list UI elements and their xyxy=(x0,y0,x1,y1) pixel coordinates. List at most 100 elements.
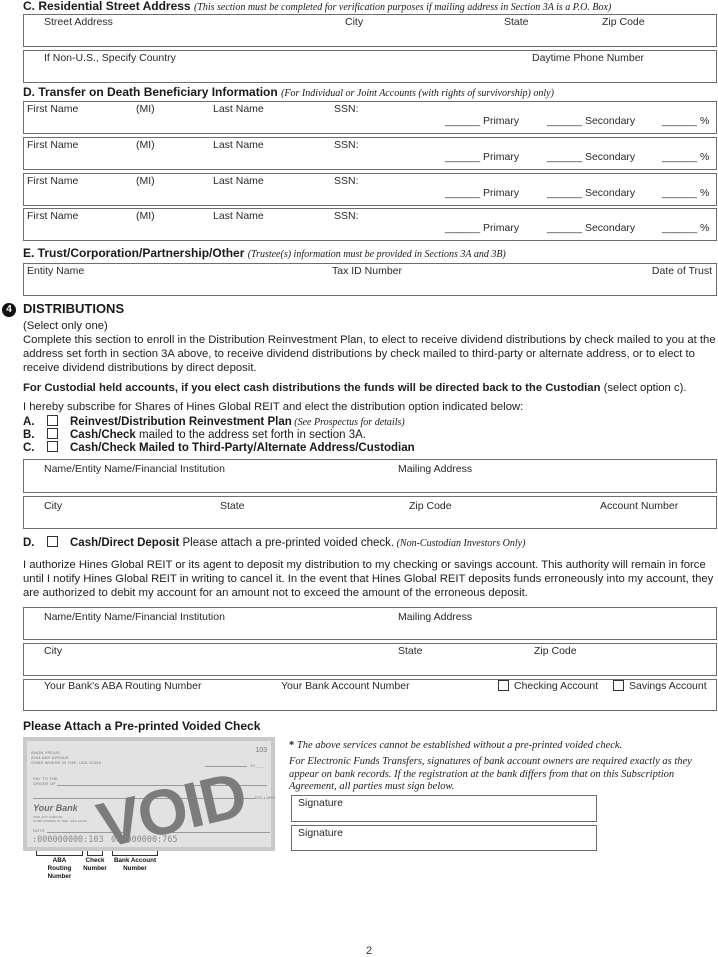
beneficiary-row[interactable]: First Name (MI) Last Name SSN: ______ Pr… xyxy=(23,173,717,206)
city-label: City xyxy=(44,500,63,512)
beneficiary-row[interactable]: First Name (MI) Last Name SSN: ______ Pr… xyxy=(23,137,717,170)
check-number-label: Check Number xyxy=(83,857,107,872)
signature-label: Signature xyxy=(298,797,343,809)
check-date-suffix: 19 ___ xyxy=(250,763,264,768)
aba-bracket xyxy=(36,851,83,856)
checking-account-option[interactable]: Checking Account xyxy=(498,679,598,692)
custodial-note-bold: For Custodial held accounts, if you elec… xyxy=(23,382,601,394)
option-b-label: Cash/Check xyxy=(70,429,136,441)
option-b-text: mailed to the address set forth in secti… xyxy=(135,429,366,441)
savings-account-label: Savings Account xyxy=(629,680,707,692)
residential-address-row[interactable]: Street Address City State Zip Code xyxy=(23,14,717,47)
option-b[interactable]: B. Cash/Check mailed to the address set f… xyxy=(23,428,366,441)
option-a[interactable]: A. Reinvest/Distribution Reinvestment Pla… xyxy=(23,415,405,428)
zip-code-label: Zip Code xyxy=(602,16,645,28)
section-e-heading: E. Trust/Corporation/Partnership/Other (… xyxy=(23,246,506,260)
option-d-name-address-row[interactable]: Name/Entity Name/Financial Institution M… xyxy=(23,607,717,640)
ssn-label: SSN: xyxy=(334,210,359,222)
option-b-letter: B. xyxy=(23,429,35,441)
option-c[interactable]: C. Cash/Check Mailed to Third-Party/Alter… xyxy=(23,441,415,454)
savings-account-option[interactable]: Savings Account xyxy=(613,679,707,692)
check-number: 103 xyxy=(255,747,267,754)
zip-code-label: Zip Code xyxy=(534,645,577,657)
bank-account-row[interactable]: Your Bank's ABA Routing Number Your Bank… xyxy=(23,679,717,711)
percent-field[interactable]: ______ % xyxy=(662,151,709,163)
last-name-label: Last Name xyxy=(213,175,264,187)
trust-entity-row[interactable]: Entity Name Tax ID Number Date of Trust xyxy=(23,263,717,296)
option-b-checkbox[interactable] xyxy=(47,428,58,440)
bank-account-number-label: Bank Account Number xyxy=(113,857,157,872)
section-c-heading: C. Residential Street Address (This sect… xyxy=(23,0,611,13)
secondary-field[interactable]: ______ Secondary xyxy=(547,222,635,234)
option-a-note: (See Prospectus for details) xyxy=(291,417,405,428)
eft-signature-note: For Electronic Funds Transfers, signatur… xyxy=(289,756,692,792)
option-d-text: Please attach a pre-printed voided check… xyxy=(179,537,395,549)
daytime-phone-label: Daytime Phone Number xyxy=(532,52,645,64)
void-stamp: VOID xyxy=(90,758,252,862)
beneficiary-row[interactable]: First Name (MI) Last Name SSN: ______ Pr… xyxy=(23,101,717,134)
savings-account-checkbox[interactable] xyxy=(613,679,624,691)
section-e-note: (Trustee(s) information must be provided… xyxy=(247,249,506,260)
section-d-title: D. Transfer on Death Beneficiary Informa… xyxy=(23,85,278,99)
mi-label: (MI) xyxy=(136,103,155,115)
country-phone-row[interactable]: If Non-U.S., Specify Country Daytime Pho… xyxy=(23,50,717,83)
dollars-label: Dollars xyxy=(255,795,276,800)
direct-deposit-authorization: I authorize Hines Global REIT or its age… xyxy=(23,559,714,599)
sample-voided-check: Anon Yrous 2004 Any Avenue Some Where In… xyxy=(23,737,275,862)
percent-field[interactable]: ______ % xyxy=(662,222,709,234)
primary-field[interactable]: ______ Primary xyxy=(445,115,519,127)
secondary-field[interactable]: ______ Secondary xyxy=(547,115,635,127)
mi-label: (MI) xyxy=(136,175,155,187)
primary-field[interactable]: ______ Primary xyxy=(445,151,519,163)
asterisk-note-text: The above services cannot be established… xyxy=(296,740,623,751)
last-name-label: Last Name xyxy=(213,210,264,222)
beneficiary-row[interactable]: First Name (MI) Last Name SSN: ______ Pr… xyxy=(23,208,717,241)
ssn-label: SSN: xyxy=(334,139,359,151)
state-label: State xyxy=(398,645,423,657)
secondary-field[interactable]: ______ Secondary xyxy=(547,187,635,199)
secondary-field[interactable]: ______ Secondary xyxy=(547,151,635,163)
mailing-address-label: Mailing Address xyxy=(398,611,473,623)
note-label: Note xyxy=(33,828,45,833)
option-c-checkbox[interactable] xyxy=(47,441,58,453)
state-label: State xyxy=(504,16,529,28)
option-a-checkbox[interactable] xyxy=(47,415,58,427)
signature-field[interactable]: Signature xyxy=(291,795,597,822)
check-owner-address-2: Some Where In The, USA 12345 xyxy=(31,760,101,765)
distributions-intro: Complete this section to enroll in the D… xyxy=(23,334,716,374)
percent-field[interactable]: ______ % xyxy=(662,115,709,127)
zip-code-label: Zip Code xyxy=(409,500,452,512)
primary-field[interactable]: ______ Primary xyxy=(445,187,519,199)
option-c-label: Cash/Check Mailed to Third-Party/Alterna… xyxy=(70,442,415,454)
section-c-title: C. Residential Street Address xyxy=(23,0,191,13)
mi-label: (MI) xyxy=(136,210,155,222)
option-c-city-row[interactable]: City State Zip Code Account Number xyxy=(23,496,717,529)
ssn-label: SSN: xyxy=(334,175,359,187)
option-d-checkbox[interactable] xyxy=(47,536,58,548)
date-of-trust-label: Date of Trust xyxy=(651,265,712,277)
option-d[interactable]: D. Cash/Direct Deposit Please attach a pr… xyxy=(23,536,526,549)
city-label: City xyxy=(44,645,63,657)
last-name-label: Last Name xyxy=(213,139,264,151)
section-d-note: (For Individual or Joint Accounts (with … xyxy=(281,88,554,99)
checking-account-checkbox[interactable] xyxy=(498,679,509,691)
primary-field[interactable]: ______ Primary xyxy=(445,222,519,234)
signature-field[interactable]: Signature xyxy=(291,825,597,851)
micr-routing-number: :000000000:103 xyxy=(32,835,104,845)
last-name-label: Last Name xyxy=(213,103,264,115)
subscribe-statement: I hereby subscribe for Shares of Hines G… xyxy=(23,401,524,413)
check-face: Anon Yrous 2004 Any Avenue Some Where In… xyxy=(27,741,275,862)
option-d-city-row[interactable]: City State Zip Code xyxy=(23,643,717,676)
bank-address-2: Some Where In The, USA 12345 xyxy=(33,819,87,823)
first-name-label: First Name xyxy=(27,210,79,222)
order-of-label: Order of xyxy=(33,781,56,786)
section-e-title: E. Trust/Corporation/Partnership/Other xyxy=(23,246,245,260)
first-name-label: First Name xyxy=(27,139,79,151)
voided-check-heading: Please Attach a Pre-printed Voided Check xyxy=(23,719,261,733)
option-c-letter: C. xyxy=(23,442,35,454)
option-d-note: (Non-Custodian Investors Only) xyxy=(394,538,526,549)
percent-field[interactable]: ______ % xyxy=(662,187,709,199)
mi-label: (MI) xyxy=(136,139,155,151)
option-c-name-address-row[interactable]: Name/Entity Name/Financial Institution M… xyxy=(23,459,717,493)
custodial-note: For Custodial held accounts, if you elec… xyxy=(23,381,687,395)
